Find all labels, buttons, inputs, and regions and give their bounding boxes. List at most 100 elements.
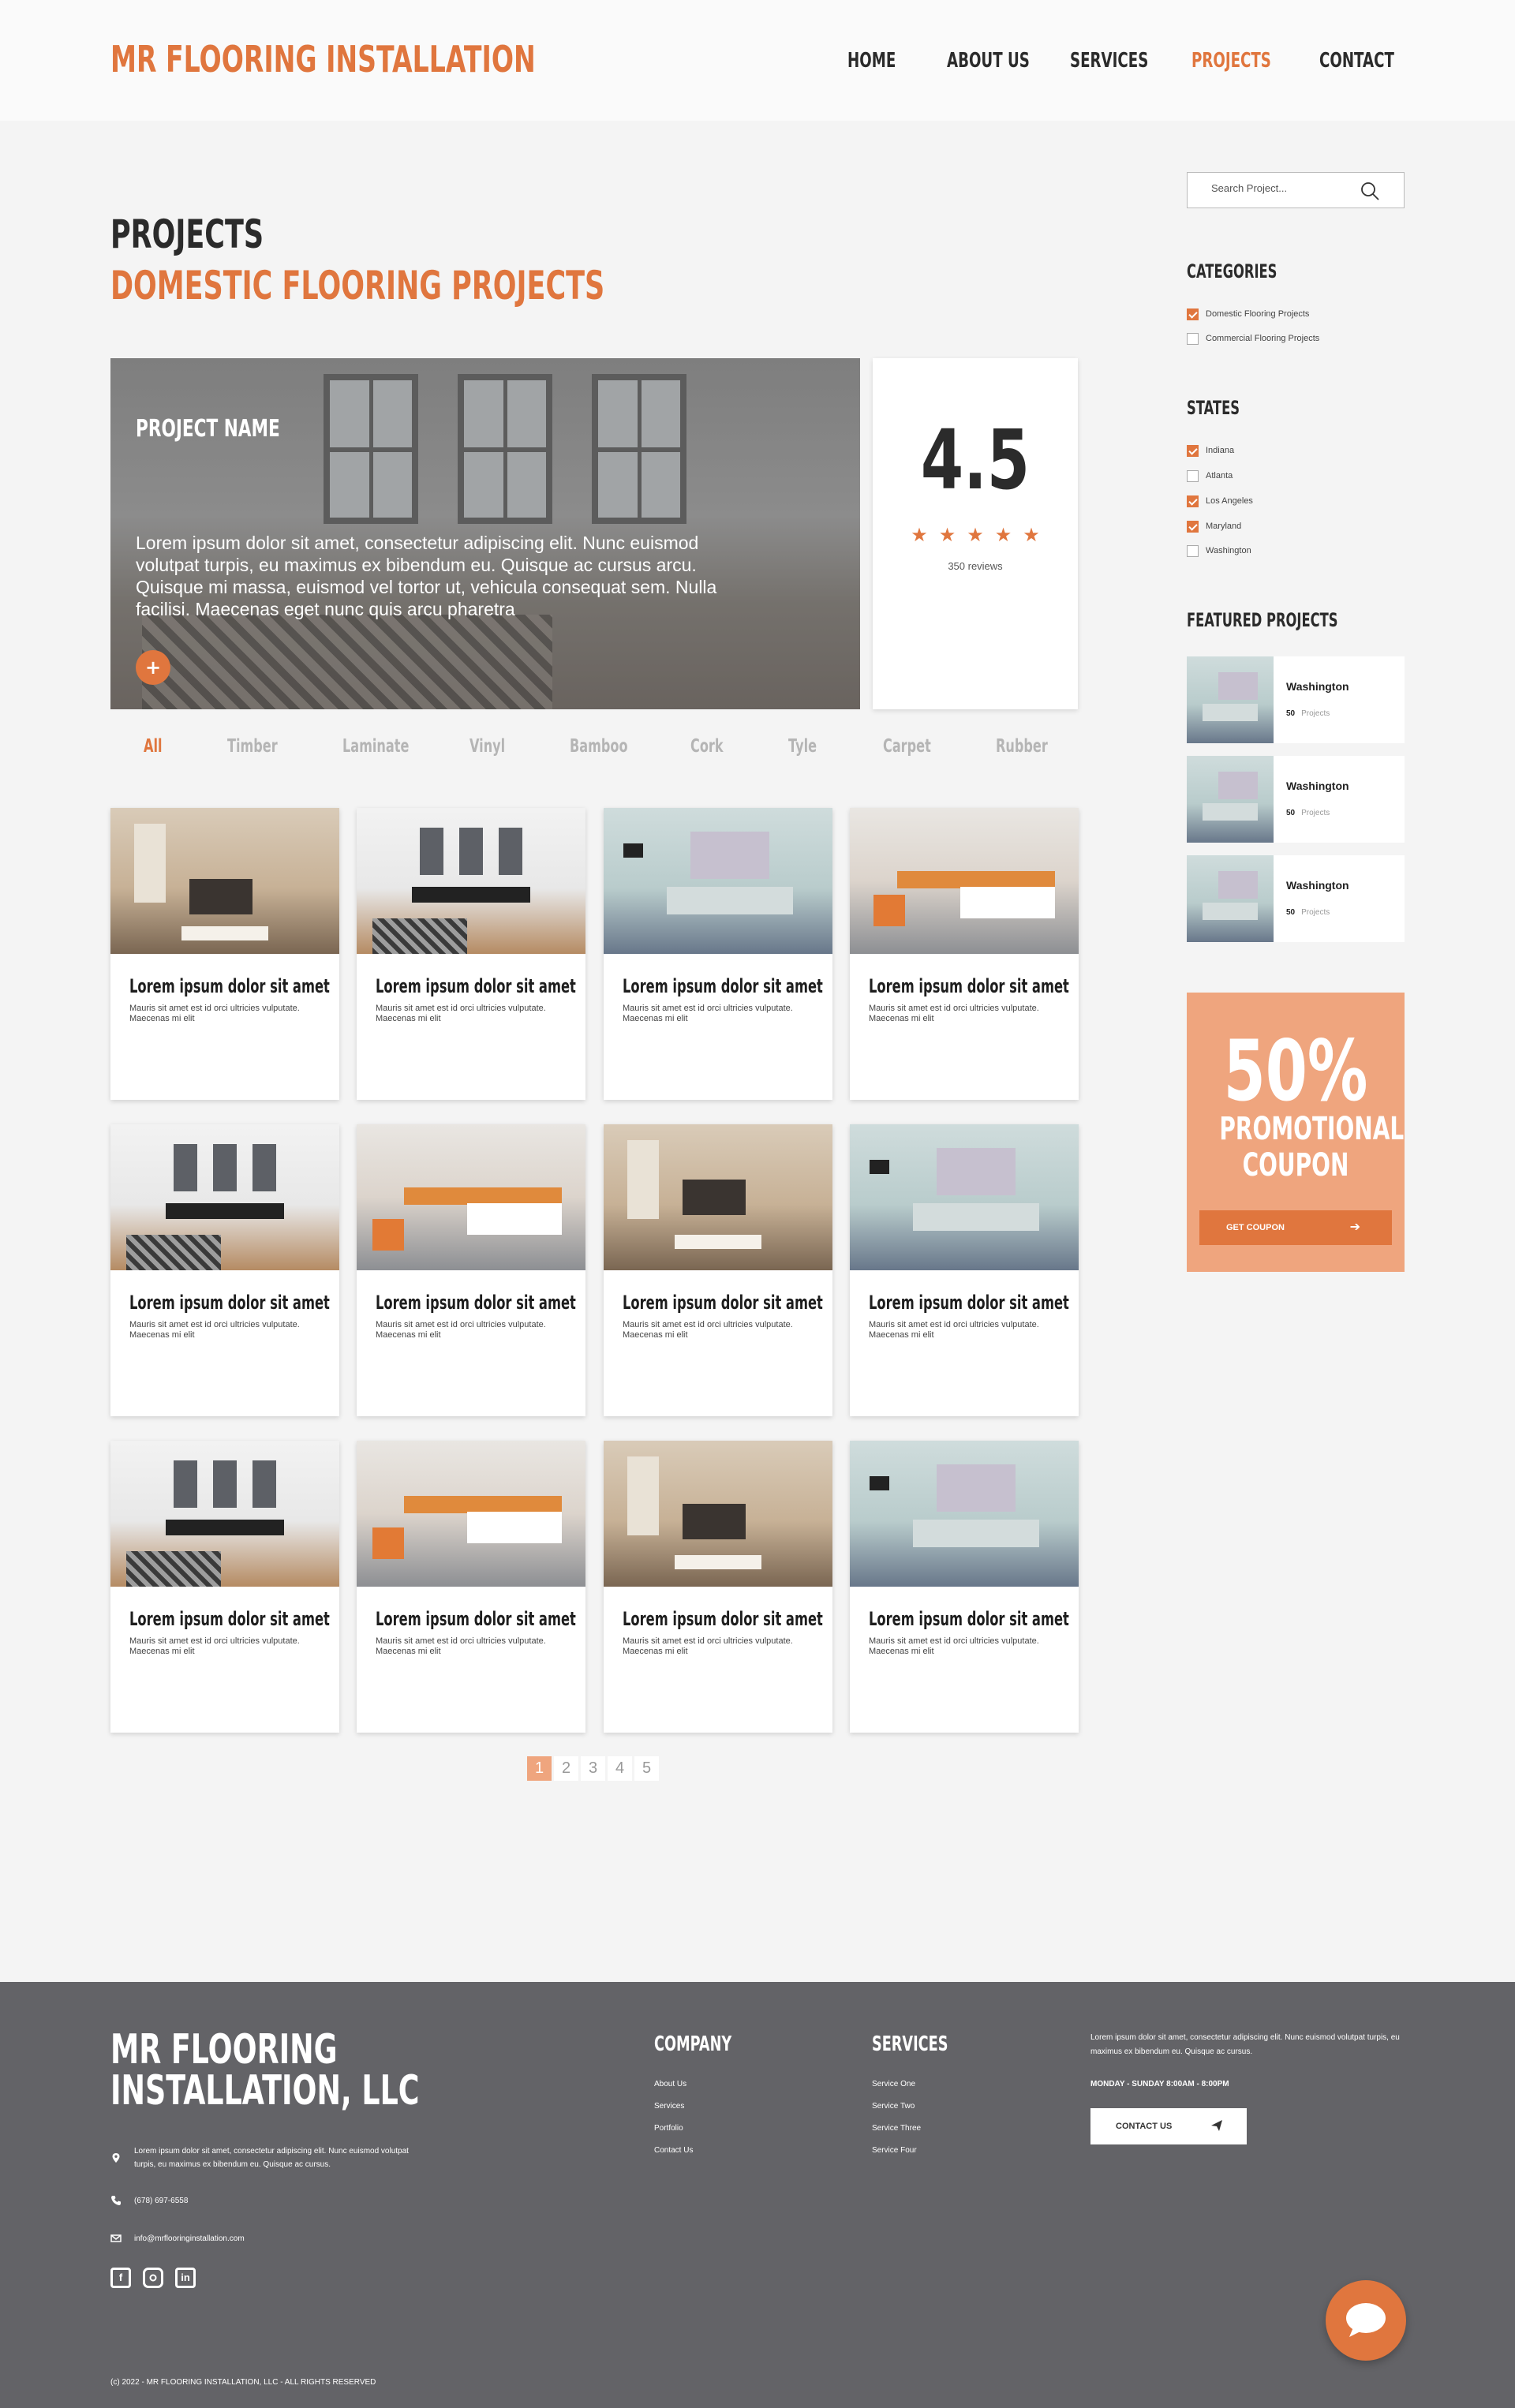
card-title: Lorem ipsum dolor sit amet (869, 975, 1069, 997)
hero-expand-button[interactable]: + (136, 650, 170, 685)
project-card[interactable]: Lorem ipsum dolor sit amet Mauris sit am… (357, 1441, 585, 1733)
project-card[interactable]: Lorem ipsum dolor sit amet Mauris sit am… (850, 1124, 1079, 1416)
promo-line-2: COUPON (1242, 1147, 1349, 1183)
category-domestic[interactable]: Domestic Flooring Projects (1187, 308, 1309, 320)
rating-value: 4.5 (920, 412, 1031, 508)
filter-tyle[interactable]: Tyle (788, 736, 817, 757)
page-3[interactable]: 3 (581, 1756, 605, 1781)
footer-link-service-three[interactable]: Service Three (872, 2124, 921, 2133)
hero-project-name: PROJECT NAME (136, 415, 280, 443)
card-title: Lorem ipsum dolor sit amet (129, 975, 330, 997)
checkbox-icon[interactable] (1187, 332, 1199, 345)
filter-vinyl[interactable]: Vinyl (469, 736, 505, 757)
arrow-right-icon: ➔ (1349, 1219, 1360, 1234)
page-1[interactable]: 1 (527, 1756, 552, 1781)
project-card[interactable]: Lorem ipsum dolor sit amet Mauris sit am… (850, 1441, 1079, 1733)
state-washington[interactable]: Washington (1187, 544, 1251, 557)
linkedin-icon[interactable]: in (175, 2268, 196, 2288)
footer-link-service-four[interactable]: Service Four (872, 2146, 917, 2155)
star-icon: ★ (967, 524, 984, 546)
category-commercial[interactable]: Commercial Flooring Projects (1187, 332, 1319, 345)
footer-services-heading: SERVICES (872, 2032, 948, 2056)
project-image (850, 808, 1079, 954)
filter-all[interactable]: All (144, 736, 163, 757)
checkbox-checked-icon[interactable] (1187, 444, 1199, 457)
filter-timber[interactable]: Timber (227, 736, 278, 757)
footer-link-portfolio[interactable]: Portfolio (654, 2124, 683, 2133)
footer-logo-line-1: MR FLOORING (110, 2026, 338, 2073)
star-icon: ★ (911, 524, 928, 546)
checkbox-checked-icon[interactable] (1187, 520, 1199, 533)
footer-link-contact-us[interactable]: Contact Us (654, 2146, 693, 2155)
project-card[interactable]: Lorem ipsum dolor sit amet Mauris sit am… (604, 1441, 832, 1733)
project-card[interactable]: Lorem ipsum dolor sit amet Mauris sit am… (357, 1124, 585, 1416)
footer-link-services[interactable]: Services (654, 2102, 684, 2111)
card-title: Lorem ipsum dolor sit amet (869, 1608, 1069, 1630)
project-search (1187, 172, 1405, 208)
hero-banner: PROJECT NAME Lorem ipsum dolor sit amet,… (110, 358, 860, 709)
state-atlanta[interactable]: Atlanta (1187, 469, 1233, 482)
footer-phone[interactable]: (678) 697-6558 (134, 2197, 188, 2205)
project-image (357, 808, 585, 954)
project-card[interactable]: Lorem ipsum dolor sit amet Mauris sit am… (357, 808, 585, 1100)
nav-home[interactable]: HOME (847, 49, 896, 73)
nav-about-us[interactable]: ABOUT US (947, 49, 1030, 73)
contact-us-button[interactable]: CONTACT US (1090, 2108, 1247, 2144)
state-los-angeles[interactable]: Los Angeles (1187, 495, 1253, 507)
site-header: MR FLOORING INSTALLATION HOME ABOUT US S… (0, 0, 1515, 121)
checkbox-label: Washington (1206, 546, 1251, 555)
card-description: Mauris sit amet est id orci ultricies vu… (376, 1320, 546, 1340)
search-input[interactable] (1211, 182, 1353, 194)
card-title: Lorem ipsum dolor sit amet (376, 975, 576, 997)
email-icon (110, 2234, 122, 2242)
states-heading: STATES (1187, 397, 1240, 419)
state-indiana[interactable]: Indiana (1187, 444, 1234, 457)
project-card[interactable]: Lorem ipsum dolor sit amet Mauris sit am… (110, 1124, 339, 1416)
nav-projects[interactable]: PROJECTS (1191, 49, 1271, 73)
contact-us-label: CONTACT US (1116, 2122, 1173, 2131)
filter-rubber[interactable]: Rubber (996, 736, 1048, 757)
filter-bamboo[interactable]: Bamboo (570, 736, 628, 757)
site-logo[interactable]: MR FLOORING INSTALLATION (110, 38, 536, 80)
checkbox-icon[interactable] (1187, 544, 1199, 557)
filter-laminate[interactable]: Laminate (342, 736, 409, 757)
checkbox-checked-icon[interactable] (1187, 495, 1199, 507)
review-count: 350 reviews (948, 560, 1003, 572)
page-4[interactable]: 4 (608, 1756, 632, 1781)
project-card[interactable]: Lorem ipsum dolor sit amet Mauris sit am… (110, 1441, 339, 1733)
state-maryland[interactable]: Maryland (1187, 520, 1241, 533)
project-card[interactable]: Lorem ipsum dolor sit amet Mauris sit am… (850, 808, 1079, 1100)
instagram-icon[interactable] (143, 2268, 163, 2288)
search-icon[interactable] (1360, 181, 1380, 201)
featured-project[interactable]: Washington 50 Projects (1187, 855, 1405, 942)
filter-carpet[interactable]: Carpet (883, 736, 931, 757)
facebook-icon[interactable]: f (110, 2268, 131, 2288)
card-title: Lorem ipsum dolor sit amet (869, 1292, 1069, 1314)
get-coupon-button[interactable]: GET COUPON ➔ (1199, 1210, 1392, 1245)
nav-contact[interactable]: CONTACT (1319, 49, 1394, 73)
footer-link-service-one[interactable]: Service One (872, 2080, 915, 2088)
checkbox-label: Maryland (1206, 522, 1242, 531)
project-card[interactable]: Lorem ipsum dolor sit amet Mauris sit am… (110, 808, 339, 1100)
footer-link-about-us[interactable]: About Us (654, 2080, 686, 2088)
filter-cork[interactable]: Cork (690, 736, 724, 757)
featured-project[interactable]: Washington 50 Projects (1187, 756, 1405, 843)
checkbox-label: Los Angeles (1206, 496, 1253, 506)
page-5[interactable]: 5 (634, 1756, 659, 1781)
project-image (604, 1124, 832, 1270)
star-icon: ★ (938, 524, 956, 546)
featured-image (1187, 756, 1274, 843)
nav-services[interactable]: SERVICES (1070, 49, 1148, 73)
project-card[interactable]: Lorem ipsum dolor sit amet Mauris sit am… (604, 1124, 832, 1416)
project-image (357, 1124, 585, 1270)
featured-project[interactable]: Washington 50 Projects (1187, 656, 1405, 743)
footer-link-service-two[interactable]: Service Two (872, 2102, 915, 2111)
page-2[interactable]: 2 (554, 1756, 578, 1781)
project-card[interactable]: Lorem ipsum dolor sit amet Mauris sit am… (604, 808, 832, 1100)
chat-button[interactable] (1326, 2280, 1406, 2361)
hero-description: Lorem ipsum dolor sit amet, consectetur … (136, 533, 717, 619)
checkbox-checked-icon[interactable] (1187, 308, 1199, 320)
footer-email[interactable]: info@mrflooringinstallation.com (134, 2234, 245, 2243)
featured-meta: 50 Projects (1286, 809, 1330, 817)
checkbox-icon[interactable] (1187, 469, 1199, 482)
